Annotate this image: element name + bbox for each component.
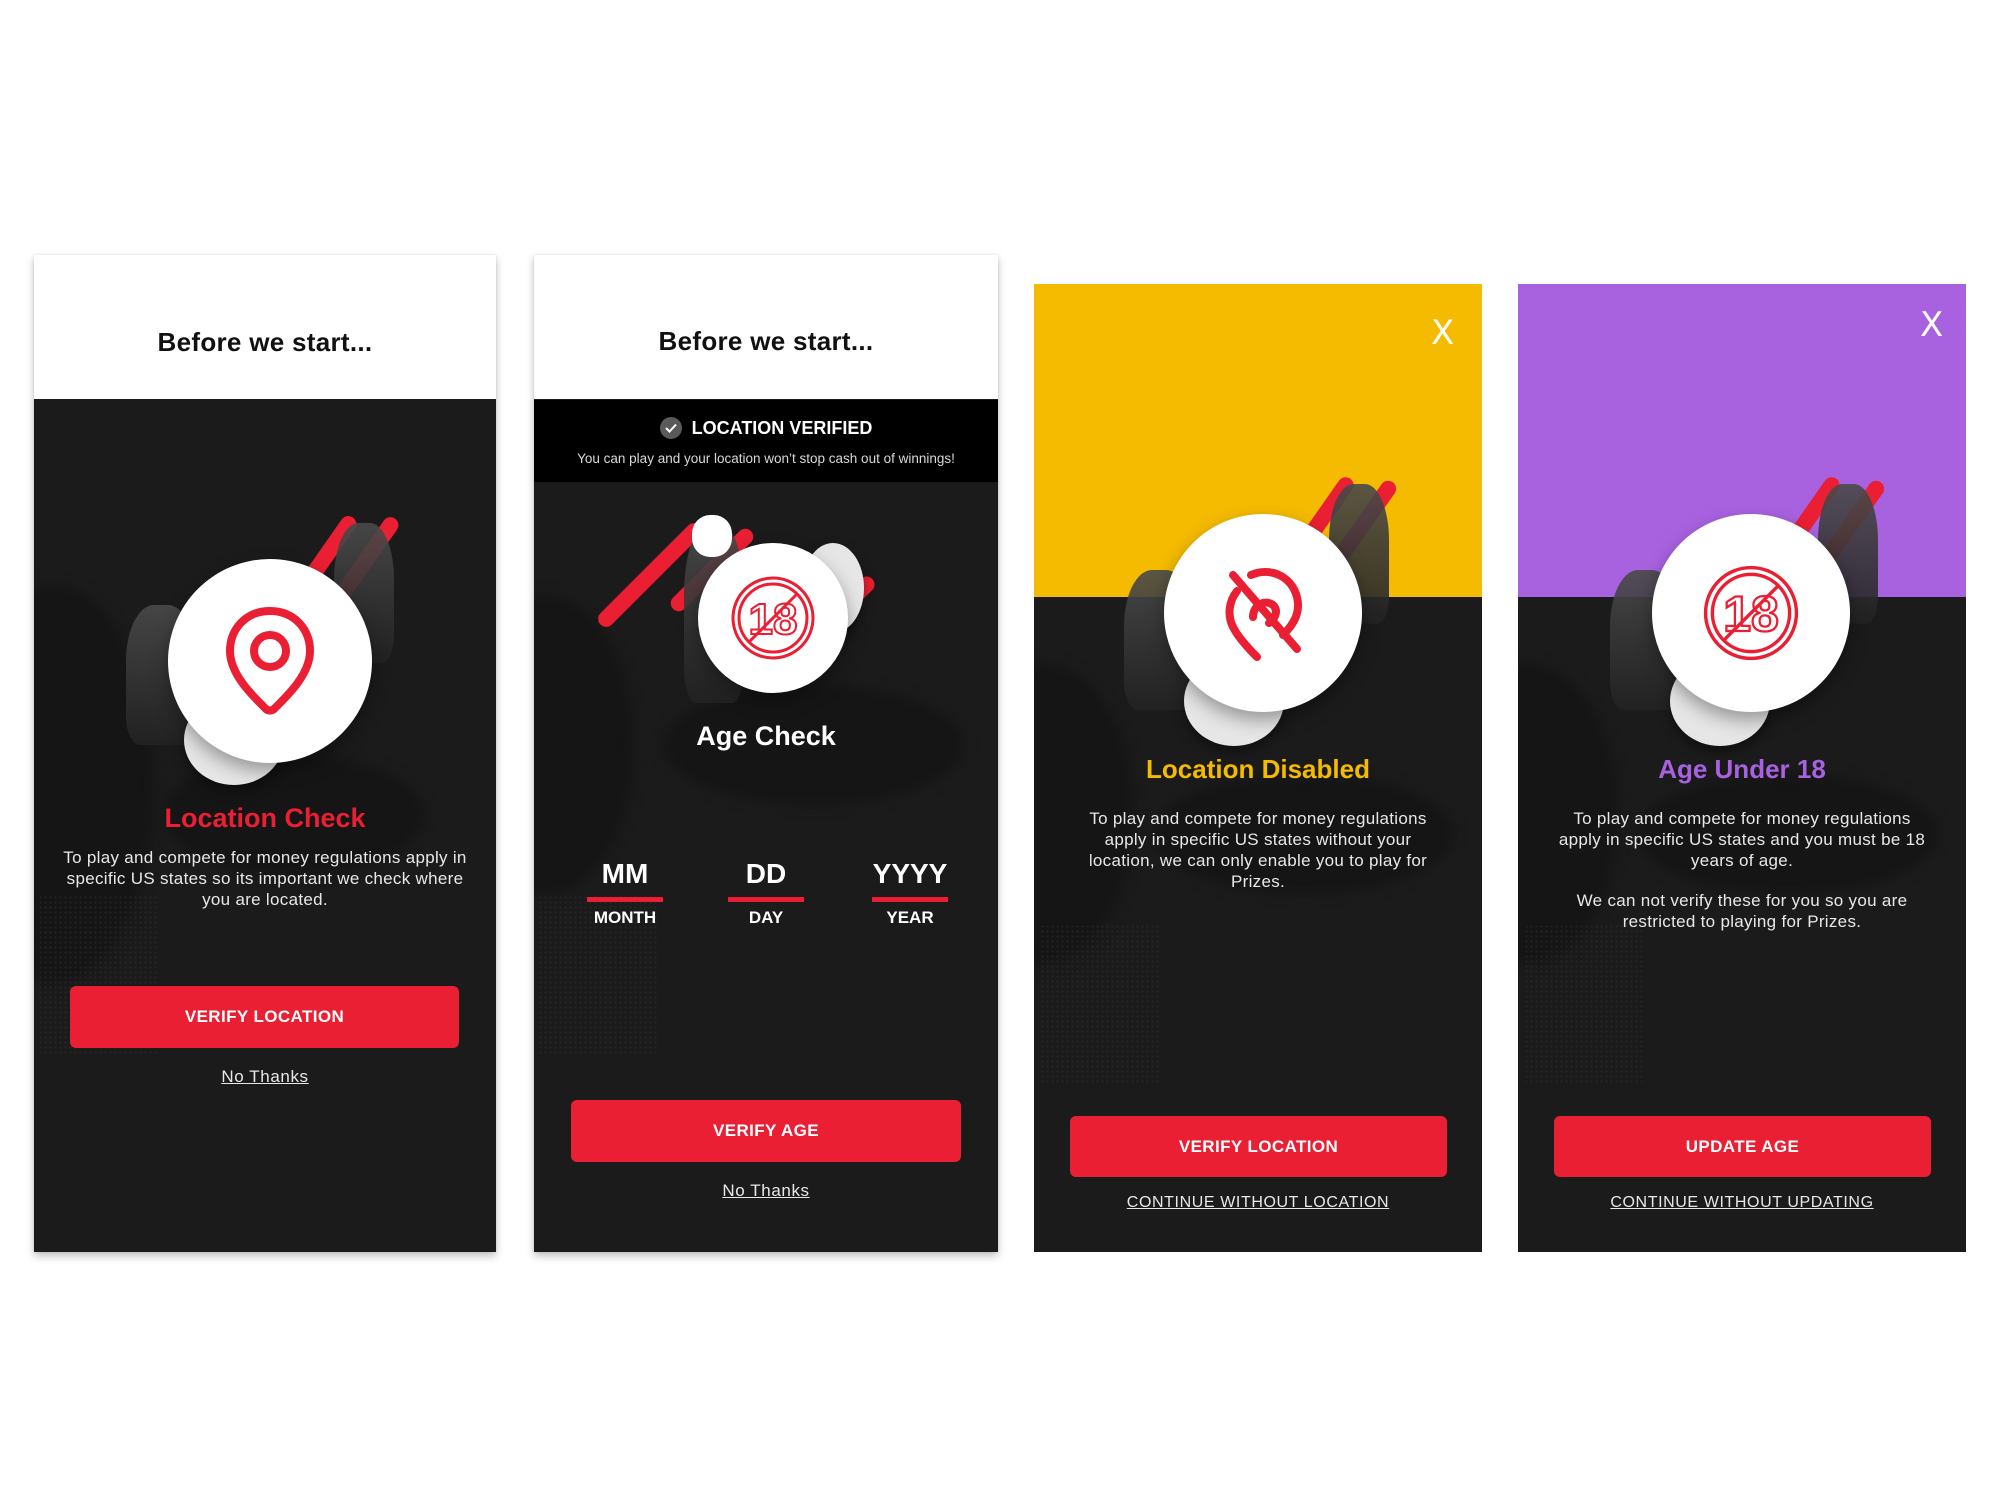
month-underline — [587, 897, 663, 902]
no-thanks-link[interactable]: No Thanks — [534, 1181, 998, 1201]
year-field[interactable]: YYYY YEAR — [854, 857, 966, 928]
screen-title: Age Check — [696, 721, 836, 751]
no-thanks-link[interactable]: No Thanks — [34, 1067, 496, 1087]
no-under-18-icon: 18 — [731, 576, 815, 660]
screen-age-check: Before we start... LOCATION VERIFIED You… — [534, 255, 998, 1252]
body-text: To play and compete for money regulation… — [63, 848, 467, 909]
body-text: To play and compete for money regulation… — [1558, 809, 1926, 870]
update-age-button[interactable]: UPDATE AGE — [1554, 1116, 1931, 1177]
location-pin-icon — [226, 607, 314, 715]
continue-without-updating-link[interactable]: CONTINUE WITHOUT UPDATING — [1518, 1194, 1966, 1212]
body-text: To play and compete for money regulation… — [1088, 809, 1428, 891]
screen-title: Location Check — [164, 803, 366, 833]
hero-illustration: 18 — [534, 255, 998, 955]
year-underline — [872, 897, 948, 902]
screen-title: Location Disabled — [1146, 754, 1370, 784]
screen-location-disabled: X Location Disabled To play and compete … — [1034, 284, 1482, 1252]
day-input[interactable]: DD — [710, 857, 822, 891]
hero-illustration — [34, 255, 496, 875]
verify-age-button[interactable]: VERIFY AGE — [571, 1100, 961, 1162]
screen-age-under-18: X 18 Age Under 18 To play and compete fo… — [1518, 284, 1966, 1252]
hero-illustration — [1034, 284, 1482, 1004]
continue-without-location-link[interactable]: CONTINUE WITHOUT LOCATION — [1034, 1194, 1482, 1212]
year-input[interactable]: YYYY — [854, 857, 966, 891]
verify-location-button[interactable]: VERIFY LOCATION — [1070, 1116, 1447, 1177]
no-under-18-icon: 18 — [1703, 565, 1799, 661]
screen-location-check: Before we start... Location Check To pla… — [34, 255, 496, 1252]
month-input[interactable]: MM — [569, 857, 681, 891]
body-text-restriction: We can not verify these for you so you a… — [1576, 891, 1908, 931]
verify-location-button[interactable]: VERIFY LOCATION — [70, 986, 459, 1048]
day-label: DAY — [748, 908, 784, 927]
icon-disc — [1164, 514, 1362, 712]
year-label: YEAR — [886, 908, 934, 927]
screen-title: Age Under 18 — [1658, 754, 1826, 784]
month-field[interactable]: MM MONTH — [569, 857, 681, 928]
day-field[interactable]: DD DAY — [710, 857, 822, 928]
icon-disc: 18 — [1652, 514, 1850, 712]
location-off-icon — [1225, 568, 1302, 661]
day-underline — [728, 897, 804, 902]
icon-disc: 18 — [698, 543, 848, 693]
month-label: MONTH — [593, 908, 657, 927]
panda-head — [692, 515, 732, 557]
icon-disc — [168, 559, 372, 763]
